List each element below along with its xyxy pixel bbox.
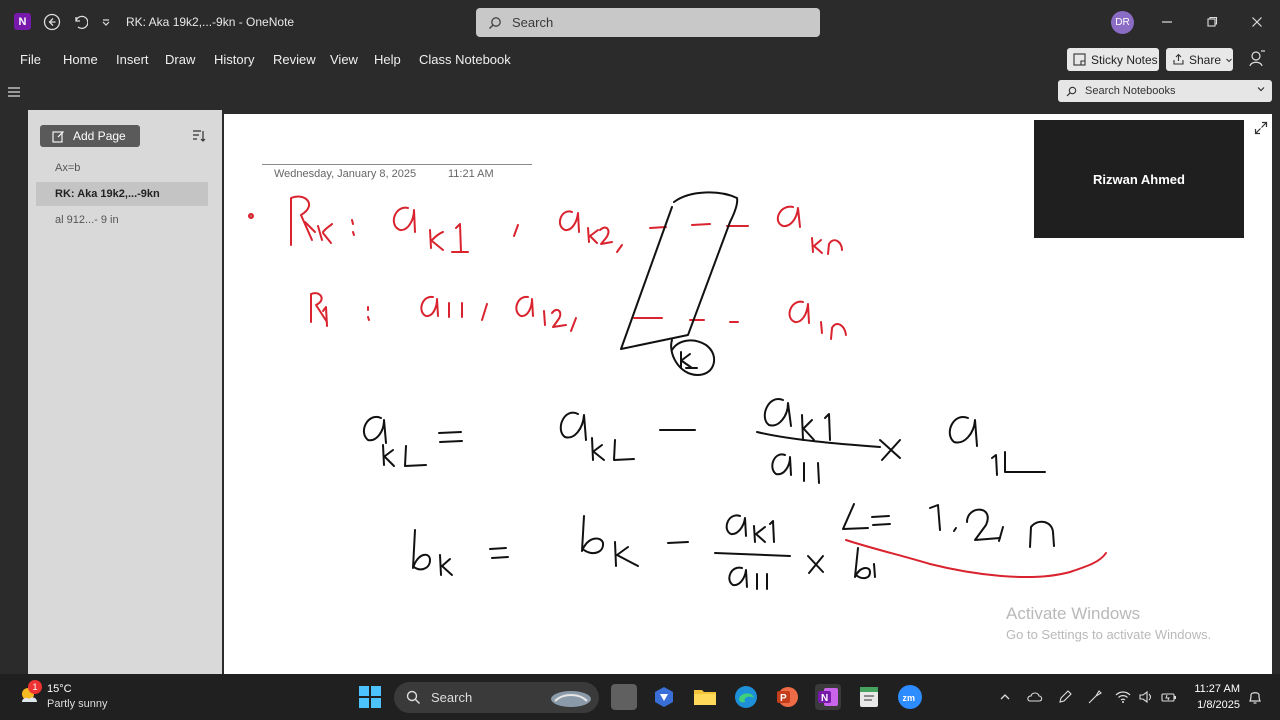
volume-icon[interactable] — [1137, 688, 1155, 706]
weather-badge: 1 — [28, 680, 42, 694]
activate-windows-subtitle: Go to Settings to activate Windows. — [1006, 627, 1212, 642]
svg-text:N: N — [821, 693, 828, 704]
edge-icon[interactable] — [733, 684, 759, 710]
file-explorer-icon[interactable] — [692, 684, 718, 710]
taskbar-search-label: Search — [431, 690, 473, 705]
participant-name: Rizwan Ahmed — [1093, 171, 1185, 187]
expand-icon[interactable] — [1254, 121, 1268, 135]
svg-text:zm: zm — [903, 693, 916, 703]
search-highlight-icon — [551, 690, 591, 707]
clock-time[interactable]: 11:27 AM — [1192, 683, 1240, 695]
start-icon[interactable] — [359, 686, 381, 708]
powerpoint-icon[interactable]: P — [774, 684, 800, 710]
search-icon — [406, 690, 421, 705]
taskbar-search[interactable]: Search — [394, 682, 599, 713]
clock-date[interactable]: 1/8/2025 — [1186, 699, 1240, 711]
touch-pen-icon[interactable] — [1086, 688, 1104, 706]
red-ink — [248, 195, 1107, 579]
weather-temp: 15°C — [47, 683, 72, 695]
copilot-icon[interactable] — [651, 684, 677, 710]
svg-text:P: P — [780, 693, 787, 704]
taskbar: 1 15°C Partly sunny Search P N zm 11:27 … — [0, 674, 1280, 720]
chevron-up-icon[interactable] — [996, 688, 1014, 706]
pen-icon[interactable] — [1056, 688, 1074, 706]
weather-desc: Partly sunny — [47, 698, 108, 710]
notification-icon[interactable] — [1246, 688, 1264, 706]
activate-windows-title: Activate Windows — [1006, 604, 1141, 623]
video-participant-tile: Rizwan Ahmed — [1034, 120, 1244, 238]
notepad-icon[interactable] — [856, 684, 882, 710]
onenote-icon[interactable]: N — [815, 684, 841, 710]
battery-icon[interactable] — [1160, 688, 1178, 706]
cloud-icon[interactable] — [1026, 688, 1044, 706]
zoom-icon[interactable]: zm — [897, 684, 923, 710]
task-view-icon[interactable] — [611, 684, 637, 710]
wifi-icon[interactable] — [1114, 688, 1132, 706]
